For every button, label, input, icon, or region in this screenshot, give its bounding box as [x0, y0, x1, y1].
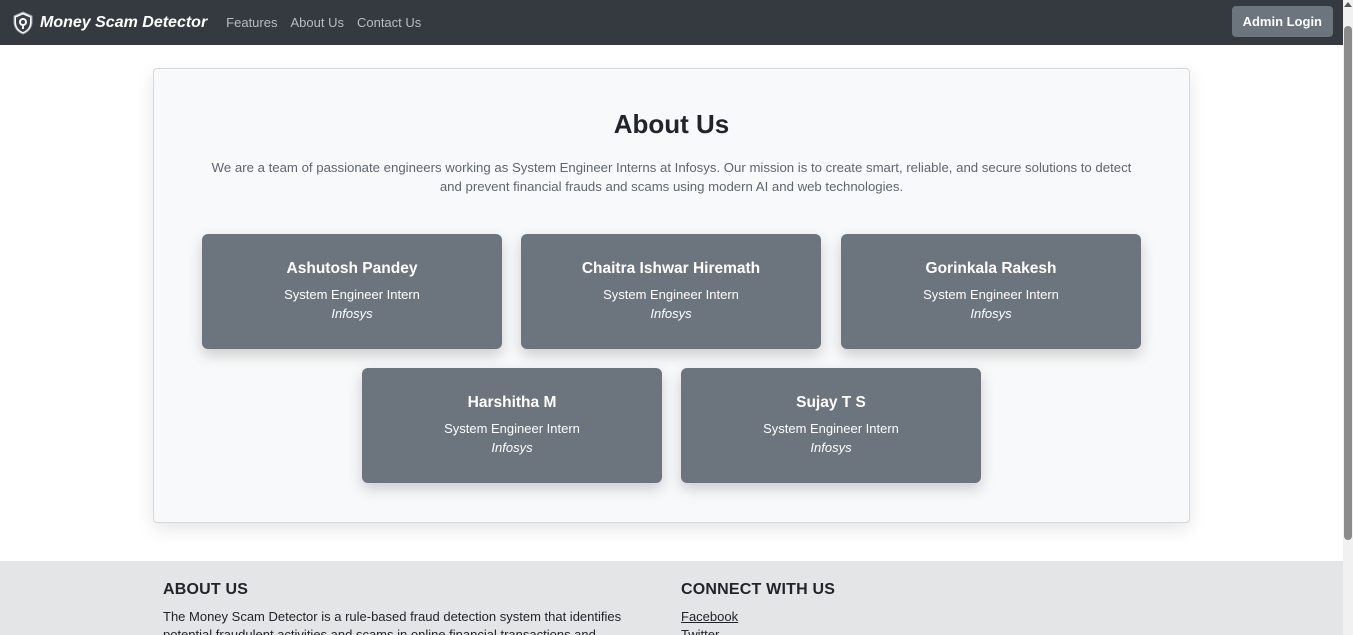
page-footer: ABOUT US The Money Scam Detector is a ru…	[0, 561, 1343, 635]
member-company: Infosys	[331, 306, 373, 321]
shield-logo-icon	[13, 10, 33, 35]
member-name: Chaitra Ishwar Hiremath	[581, 260, 761, 277]
twitter-link[interactable]: Twitter	[681, 626, 835, 635]
member-role: System Engineer Intern	[763, 421, 899, 436]
footer-connect-heading: CONNECT WITH US	[681, 581, 836, 598]
nav-links: Features About Us Contact Us	[226, 15, 434, 30]
member-role: System Engineer Intern	[923, 287, 1059, 302]
footer-about-text: The Money Scam Detector is a rule-based …	[163, 609, 622, 635]
nav-link-features[interactable]: Features	[226, 15, 277, 30]
member-role: System Engineer Intern	[444, 421, 580, 436]
facebook-link[interactable]: Facebook	[681, 608, 835, 626]
footer-connect-column: CONNECT WITH US Facebook Twitter	[681, 581, 835, 635]
footer-about-column: ABOUT US The Money Scam Detector is a ru…	[163, 581, 633, 635]
team-member-card: Harshitha M System Engineer Intern Infos…	[362, 368, 662, 483]
member-name: Gorinkala Rakesh	[925, 260, 1057, 277]
member-company: Infosys	[810, 440, 852, 455]
about-title: About Us	[613, 109, 730, 139]
top-navbar: Money Scam Detector Features About Us Co…	[0, 0, 1343, 45]
team-member-card: Gorinkala Rakesh System Engineer Intern …	[841, 234, 1141, 349]
member-name: Harshitha M	[467, 394, 557, 411]
member-name: Sujay T S	[796, 394, 866, 411]
scrollbar-thumb[interactable]	[1344, 26, 1352, 540]
team-member-card: Chaitra Ishwar Hiremath System Engineer …	[521, 234, 821, 349]
member-role: System Engineer Intern	[603, 287, 739, 302]
member-role: System Engineer Intern	[284, 287, 420, 302]
brand-link[interactable]: Money Scam Detector	[11, 10, 208, 35]
member-name: Ashutosh Pandey	[286, 260, 418, 277]
about-us-section: About Us We are a team of passionate eng…	[153, 68, 1190, 523]
nav-link-about-us[interactable]: About Us	[290, 15, 343, 30]
team-member-card: Sujay T S System Engineer Intern Infosys	[681, 368, 981, 483]
brand-name: Money Scam Detector	[40, 13, 208, 31]
page-scrollbar[interactable]	[1343, 0, 1353, 635]
team-member-card: Ashutosh Pandey System Engineer Intern I…	[202, 234, 502, 349]
admin-login-button[interactable]: Admin Login	[1231, 6, 1333, 37]
member-company: Infosys	[650, 306, 692, 321]
scroll-up-arrow-icon[interactable]	[1344, 2, 1352, 7]
member-company: Infosys	[491, 440, 533, 455]
nav-link-contact-us[interactable]: Contact Us	[357, 15, 421, 30]
about-description: We are a team of passionate engineers wo…	[211, 160, 1132, 194]
footer-about-heading: ABOUT US	[163, 581, 249, 598]
member-company: Infosys	[970, 306, 1012, 321]
